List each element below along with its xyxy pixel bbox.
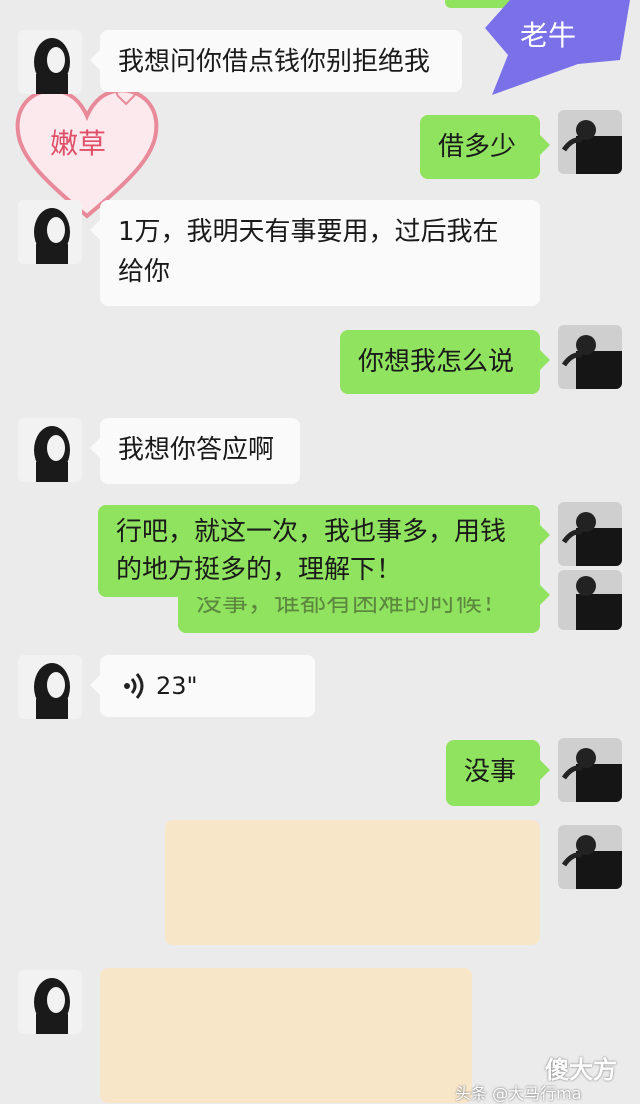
right-name-tag: 老牛	[480, 0, 640, 100]
message-bubble-incoming[interactable]: 1万，我明天有事要用，过后我在给你	[90, 200, 540, 306]
blurred-message-incoming[interactable]	[100, 968, 472, 1103]
girl-silhouette-icon	[18, 30, 82, 94]
voice-duration: 23"	[156, 672, 198, 700]
message-text: 没事	[464, 757, 517, 787]
voice-message-bubble[interactable]: 23"	[90, 655, 315, 717]
avatar-left[interactable]	[18, 200, 82, 264]
message-bubble-incoming[interactable]: 我想你答应啊	[90, 418, 300, 484]
message-text: 我想你答应啊	[118, 435, 275, 465]
avatar-left[interactable]	[18, 418, 82, 482]
watermark-text-label: 头条 @大马行ma	[455, 1084, 582, 1103]
man-photo-icon	[558, 502, 622, 566]
message-bubble-outgoing[interactable]: 没事	[446, 740, 550, 806]
message-text: 借多少	[438, 132, 517, 162]
message-text: 行吧，就这一次，我也事多，用钱的地方挺多的，理解下！	[116, 517, 507, 585]
avatar-left[interactable]	[18, 655, 82, 719]
man-photo-icon	[558, 325, 622, 389]
man-photo-icon	[558, 110, 622, 174]
girl-silhouette-icon	[18, 200, 82, 264]
avatar-left[interactable]	[18, 30, 82, 94]
avatar-right[interactable]	[558, 110, 622, 174]
message-bubble-outgoing[interactable]: 借多少	[420, 115, 550, 179]
avatar-left[interactable]	[18, 970, 82, 1034]
girl-silhouette-icon	[18, 970, 82, 1034]
man-photo-icon	[558, 738, 622, 802]
right-name-label: 老牛	[520, 19, 577, 52]
message-bubble-outgoing[interactable]: 行吧，就这一次，我也事多，用钱的地方挺多的，理解下！	[98, 505, 550, 597]
message-bubble-incoming[interactable]: 我想问你借点钱你别拒绝我	[90, 30, 462, 92]
left-name-label: 嫩草	[50, 127, 107, 160]
message-bubble-outgoing[interactable]: 你想我怎么说	[340, 330, 550, 394]
avatar-right[interactable]	[558, 738, 622, 802]
avatar-right[interactable]	[558, 825, 622, 889]
man-photo-icon	[558, 825, 622, 889]
avatar-right[interactable]	[558, 325, 622, 389]
girl-silhouette-icon	[18, 655, 82, 719]
avatar-right[interactable]	[558, 502, 622, 566]
watermark-text: 头条 @大马行ma	[455, 1080, 581, 1104]
avatar-right-underlay[interactable]	[558, 570, 622, 630]
man-photo-icon	[558, 570, 622, 630]
girl-silhouette-icon	[18, 418, 82, 482]
blurred-message-outgoing[interactable]	[165, 820, 540, 945]
message-text: 我想问你借点钱你别拒绝我	[118, 47, 431, 77]
message-text: 你想我怎么说	[358, 347, 515, 377]
message-text: 1万，我明天有事要用，过后我在给你	[118, 217, 499, 287]
wifi-voice-icon	[124, 673, 144, 699]
